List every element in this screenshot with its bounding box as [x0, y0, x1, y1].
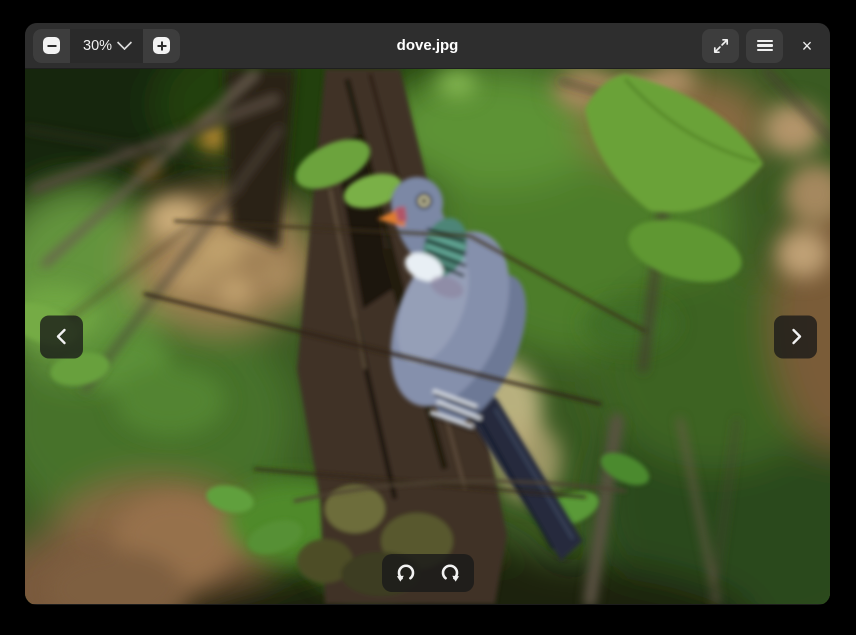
headerbar[interactable]: 30% dove.jpg ×: [25, 23, 830, 69]
photo-canvas: [25, 69, 830, 604]
menu-button[interactable]: [746, 29, 783, 63]
rotate-right-button[interactable]: [428, 554, 472, 592]
image-view-area: [25, 69, 830, 604]
rotate-counterclockwise-icon: [394, 562, 418, 584]
chevron-right-icon: [785, 326, 807, 348]
close-button[interactable]: ×: [790, 29, 824, 63]
hamburger-menu-icon: [757, 40, 773, 52]
previous-image-button[interactable]: [40, 315, 83, 358]
chevron-down-icon: [117, 35, 133, 51]
zoom-out-button[interactable]: [33, 29, 70, 63]
chevron-left-icon: [51, 326, 73, 348]
zoom-level-value: 30%: [83, 38, 112, 54]
zoom-in-icon: [153, 37, 170, 54]
zoom-controls: 30%: [33, 29, 180, 63]
next-image-button[interactable]: [774, 315, 817, 358]
headerbar-right: ×: [702, 29, 824, 63]
fullscreen-button[interactable]: [702, 29, 739, 63]
rotate-clockwise-icon: [438, 562, 462, 584]
zoom-out-icon: [43, 37, 60, 54]
rotate-left-button[interactable]: [384, 554, 428, 592]
close-icon: ×: [802, 37, 813, 55]
image-viewer-window: 30% dove.jpg ×: [25, 23, 830, 605]
rotate-toolbar: [382, 554, 474, 592]
zoom-level-dropdown[interactable]: 30%: [70, 29, 143, 63]
fullscreen-icon: [711, 36, 731, 56]
zoom-in-button[interactable]: [143, 29, 180, 63]
